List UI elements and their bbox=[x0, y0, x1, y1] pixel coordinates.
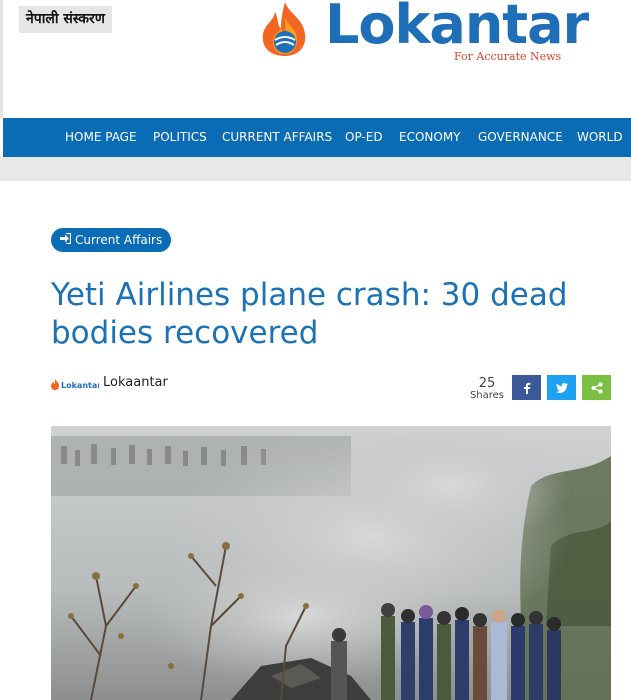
flame-logo-icon bbox=[262, 2, 306, 56]
twitter-icon bbox=[555, 382, 568, 393]
site-header: नेपाली संस्करण Lokantar For Accurate New… bbox=[0, 0, 631, 118]
author-name: Lokaantar bbox=[103, 375, 168, 390]
share-icon bbox=[591, 382, 602, 393]
nav-item-economy[interactable]: ECONOMY bbox=[399, 118, 461, 157]
logo-tagline: For Accurate News bbox=[454, 50, 562, 63]
nav-item-governance[interactable]: GOVERNANCE bbox=[478, 118, 563, 157]
category-badge[interactable]: Current Affairs bbox=[51, 228, 172, 253]
nav-item-politics[interactable]: POLITICS bbox=[153, 118, 207, 157]
category-label: Current Affairs bbox=[75, 233, 163, 247]
article-featured-image bbox=[51, 426, 611, 700]
article-title: Yeti Airlines plane crash: 30 dead bodie… bbox=[51, 277, 568, 351]
facebook-share-button[interactable] bbox=[512, 375, 541, 400]
share-count: 25 bbox=[478, 376, 496, 391]
main-navigation: HOME PAGE POLITICS CURRENT AFFAIRS OP-ED… bbox=[3, 118, 631, 157]
page: नेपाली संस्करण Lokantar For Accurate New… bbox=[0, 0, 631, 700]
svg-text:Lokantar: Lokantar bbox=[61, 381, 99, 390]
sign-in-icon bbox=[59, 229, 72, 253]
site-logo[interactable]: Lokantar For Accurate News bbox=[255, 0, 589, 70]
nav-divider-band bbox=[0, 157, 631, 181]
share-label: Shares bbox=[469, 390, 505, 401]
twitter-share-button[interactable] bbox=[547, 375, 576, 400]
share-button[interactable] bbox=[582, 375, 611, 400]
share-counter: 25 Shares bbox=[466, 376, 508, 401]
nav-item-home-page[interactable]: HOME PAGE bbox=[65, 118, 137, 157]
language-toggle-button[interactable]: नेपाली संस्करण bbox=[19, 6, 112, 33]
author-logo: Lokantar bbox=[51, 379, 99, 390]
nav-item-op-ed[interactable]: OP-ED bbox=[345, 118, 383, 157]
nav-item-world[interactable]: WORLD bbox=[577, 118, 623, 157]
nav-item-current-affairs[interactable]: CURRENT AFFAIRS bbox=[222, 118, 332, 157]
facebook-icon bbox=[523, 382, 530, 394]
